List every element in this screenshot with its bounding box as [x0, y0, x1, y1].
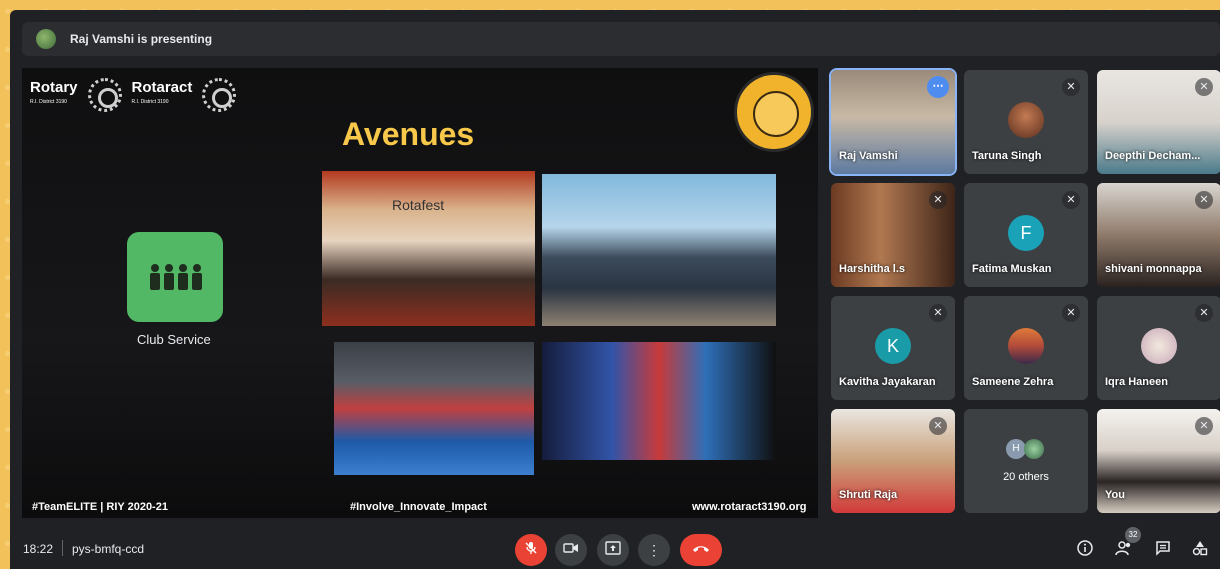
camera-icon[interactable] — [555, 534, 587, 566]
activities-icon[interactable] — [1190, 540, 1210, 560]
participant-name: Fatima Muskan — [972, 263, 1052, 275]
avatar: F — [1008, 215, 1044, 251]
participant-tile-deepthi[interactable]: ✕ Deepthi Decham... — [1097, 70, 1220, 174]
info-icon[interactable] — [1075, 540, 1095, 560]
participant-tile-fatima[interactable]: F ✕ Fatima Muskan — [964, 183, 1088, 287]
mic-off-icon: ✕ — [1195, 78, 1213, 96]
participant-name: Iqra Haneen — [1105, 376, 1168, 388]
meet-window: Raj Vamshi is presenting Rotary R.I. Dist… — [10, 10, 1220, 569]
participant-name: Shruti Raja — [839, 489, 898, 501]
group-outdoor-photo — [542, 174, 776, 326]
club-emblem-icon — [734, 72, 814, 152]
slide-footer-right: www.rotaract3190.org — [692, 501, 807, 513]
rotafest-caption: Rotafest — [392, 197, 445, 213]
rotary-logo: Rotary R.I. District 3190 — [30, 79, 78, 105]
presenter-avatar — [36, 29, 56, 49]
participant-name: Deepthi Decham... — [1105, 150, 1201, 162]
participant-name: Taruna Singh — [972, 150, 1042, 162]
mic-off-icon: ✕ — [929, 304, 947, 322]
participant-tile-taruna-singh[interactable]: ✕ Taruna Singh — [964, 70, 1088, 174]
avatar — [1024, 439, 1044, 459]
participant-tile-you[interactable]: ✕ You — [1097, 409, 1220, 513]
mic-off-icon[interactable] — [515, 534, 547, 566]
participant-name: Raj Vamshi — [839, 150, 898, 162]
rotary-logos: Rotary R.I. District 3190 Rotaract R.I. Di… — [30, 78, 237, 112]
participant-tile-harshitha[interactable]: ✕ Harshitha l.s — [831, 183, 955, 287]
rotary-wheel-icon — [87, 78, 122, 112]
participant-tile-shruti[interactable]: ✕ Shruti Raja — [831, 409, 955, 513]
avatar — [1008, 102, 1044, 138]
participant-count-badge: 32 — [1125, 527, 1141, 543]
divider — [62, 540, 63, 556]
participant-tile-sameene[interactable]: ✕ Sameene Zehra — [964, 296, 1088, 400]
avatar: H — [1006, 439, 1026, 459]
club-service-label: Club Service — [137, 332, 211, 347]
participant-tile-raj-vamshi[interactable]: ⋯ Raj Vamshi — [829, 68, 957, 176]
mic-off-icon: ✕ — [1062, 304, 1080, 322]
mic-off-icon: ✕ — [1195, 304, 1213, 322]
meeting-code: pys-bmfq-ccd — [72, 542, 145, 556]
participant-tile-shivani[interactable]: ✕ shivani monnappa — [1097, 183, 1220, 287]
clock-time: 18:22 — [23, 542, 54, 556]
end-call-icon[interactable] — [680, 534, 722, 566]
participant-name: shivani monnappa — [1105, 263, 1202, 275]
kabaddi-photo — [334, 342, 534, 475]
mic-off-icon: ✕ — [929, 417, 947, 435]
rotaract-logo: Rotaract R.I. District 3190 — [131, 79, 193, 105]
mic-off-icon: ✕ — [1195, 191, 1213, 209]
chat-icon[interactable] — [1153, 540, 1173, 560]
mic-off-icon: ✕ — [1062, 78, 1080, 96]
slide-title: Avenues — [342, 116, 475, 152]
participant-tile-iqra[interactable]: ✕ Iqra Haneen — [1097, 296, 1220, 400]
mic-off-icon: ✕ — [929, 191, 947, 209]
slide-footer-left: #TeamELITE | RIY 2020-21 — [32, 501, 168, 513]
more-options-icon[interactable]: ⋯ — [927, 76, 949, 98]
presenter-bar: Raj Vamshi is presenting — [22, 22, 1220, 56]
participant-tile-others[interactable]: H 20 others — [964, 409, 1088, 513]
participant-name: Kavitha Jayakaran — [839, 376, 936, 388]
present-icon[interactable] — [597, 534, 629, 566]
avatar — [1008, 328, 1044, 364]
mic-off-icon: ✕ — [1195, 417, 1213, 435]
avatar — [1141, 328, 1177, 364]
people-icon[interactable] — [1114, 540, 1134, 560]
slide-footer-center: #Involve_Innovate_Impact — [350, 501, 487, 513]
bottom-control-bar: 18:22 pys-bmfq-ccd ⋮ 32 — [10, 527, 1220, 569]
club-service-icon — [127, 232, 223, 322]
participant-tile-kavitha[interactable]: K ✕ Kavitha Jayakaran — [831, 296, 955, 400]
more-options-icon[interactable]: ⋮ — [638, 534, 670, 566]
rotafest-photo: Rotafest — [322, 171, 535, 326]
event-stage-photo — [542, 342, 776, 460]
participant-name: Sameene Zehra — [972, 376, 1054, 388]
rotaract-wheel-icon — [202, 78, 237, 112]
presenter-text: Raj Vamshi is presenting — [70, 32, 213, 46]
avatar: K — [875, 328, 911, 364]
participant-name: Harshitha l.s — [839, 263, 906, 275]
participant-name: You — [1105, 489, 1125, 501]
others-count: 20 others — [1003, 471, 1049, 483]
presentation-slide: Rotary R.I. District 3190 Rotaract R.I. Di… — [22, 68, 818, 518]
mic-off-icon: ✕ — [1062, 191, 1080, 209]
